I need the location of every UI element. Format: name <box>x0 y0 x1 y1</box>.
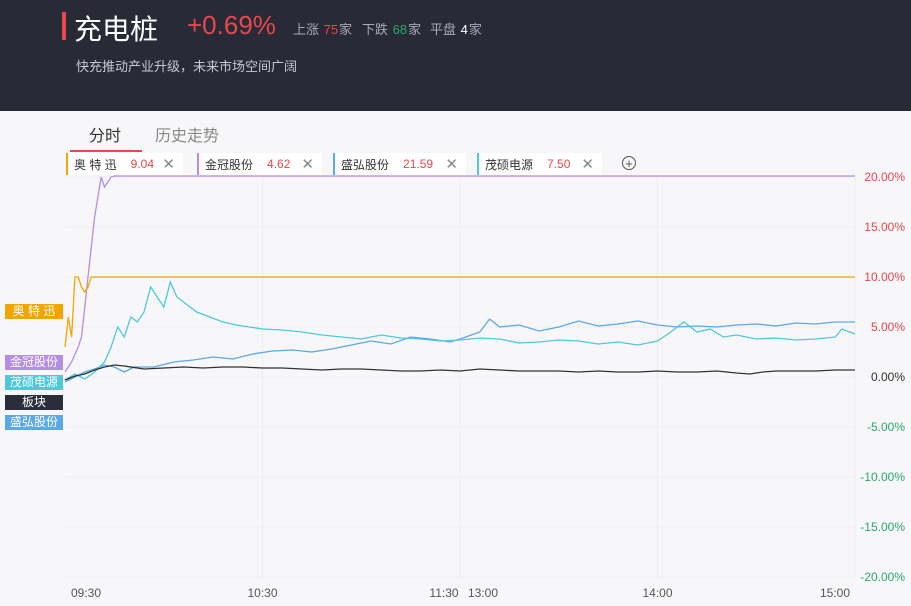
series-tag-sector: 板块 <box>5 395 63 410</box>
x-tick-label: 09:30 <box>71 586 101 600</box>
x-tick-label: 15:00 <box>820 586 850 600</box>
x-tick-label: 13:00 <box>468 586 498 600</box>
series-tag-maoshuo: 茂硕电源 <box>5 375 63 390</box>
y-tick-label: -5.00% <box>867 420 905 434</box>
intraday-chart: 20.00% 15.00% 10.00% 5.00% 0.00% -5.00% -10.00… <box>64 170 905 600</box>
y-tick-label: 10.00% <box>864 270 905 284</box>
y-tick-label: 20.00% <box>864 170 905 184</box>
x-tick-label: 11:30 <box>429 586 458 600</box>
y-tick-label: 0.00% <box>871 370 905 384</box>
series-tag-shenghong: 盛弘股份 <box>5 415 63 430</box>
y-tick-label: -10.00% <box>860 470 905 484</box>
y-tick-label: 5.00% <box>871 320 905 334</box>
series-tag-aotexun: 奥 特 迅 <box>5 304 63 319</box>
y-tick-label: 15.00% <box>864 220 905 234</box>
y-tick-label: -20.00% <box>860 570 905 584</box>
series-tag-jinguan: 金冠股份 <box>5 355 63 370</box>
y-tick-label: -15.00% <box>860 520 905 534</box>
x-tick-label: 10:30 <box>247 586 277 600</box>
x-tick-label: 14:00 <box>642 586 672 600</box>
